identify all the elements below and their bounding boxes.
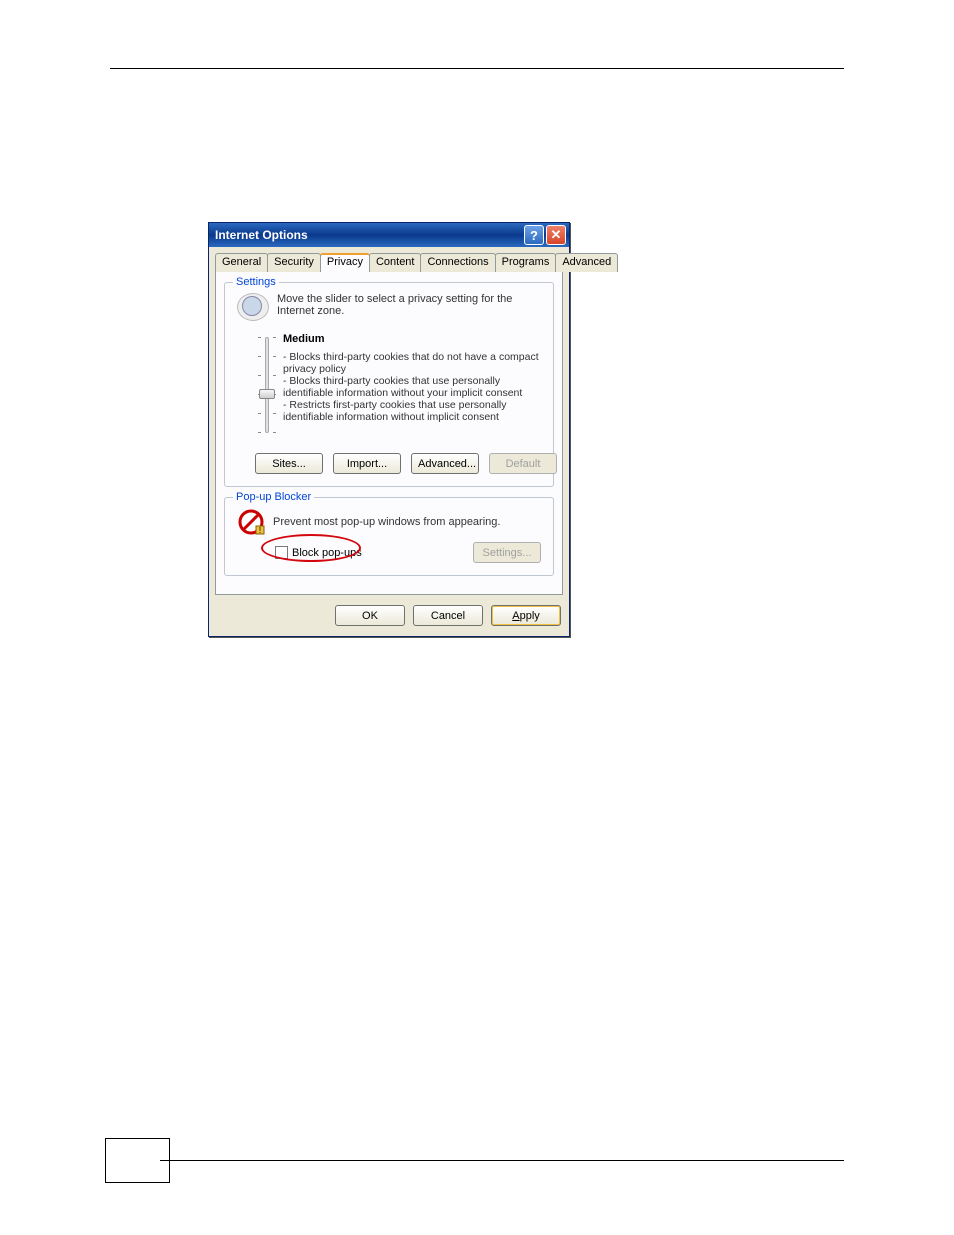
page-number-box: [105, 1138, 170, 1183]
popup-group-title: Pop-up Blocker: [233, 491, 314, 503]
globe-icon: [237, 293, 269, 321]
privacy-panel: Settings Move the slider to select a pri…: [215, 272, 563, 595]
block-popups-label: Block pop-ups: [292, 547, 362, 559]
privacy-level-description: - Blocks third-party cookies that do not…: [283, 351, 545, 423]
settings-instruction: Move the slider to select a privacy sett…: [277, 293, 545, 317]
sites-button[interactable]: Sites...: [255, 453, 323, 474]
popup-instruction: Prevent most pop-up windows from appeari…: [273, 516, 500, 528]
svg-text:!: !: [259, 526, 261, 535]
close-button[interactable]: ✕: [546, 225, 566, 245]
tab-content[interactable]: Content: [369, 253, 422, 272]
stop-icon: !: [237, 508, 265, 536]
slider-thumb[interactable]: [259, 389, 275, 399]
tab-advanced[interactable]: Advanced: [555, 253, 618, 272]
advanced-button[interactable]: Advanced...: [411, 453, 479, 474]
tab-general[interactable]: General: [215, 253, 268, 272]
tab-strip: General Security Privacy Content Connect…: [209, 247, 569, 272]
tab-connections[interactable]: Connections: [420, 253, 495, 272]
privacy-slider[interactable]: [258, 337, 276, 433]
block-popups-checkbox[interactable]: [275, 546, 288, 559]
settings-groupbox: Settings Move the slider to select a pri…: [224, 282, 554, 487]
privacy-level-name: Medium: [283, 333, 545, 345]
settings-group-title: Settings: [233, 276, 279, 288]
ok-button[interactable]: OK: [335, 605, 405, 626]
apply-button[interactable]: Apply: [491, 605, 561, 626]
popup-blocker-groupbox: Pop-up Blocker ! Prevent most pop-up win…: [224, 497, 554, 576]
page-top-rule: [110, 68, 844, 69]
tab-programs[interactable]: Programs: [495, 253, 557, 272]
titlebar[interactable]: Internet Options ? ✕: [209, 223, 569, 247]
tab-privacy[interactable]: Privacy: [320, 253, 370, 272]
page-bottom-rule: [160, 1160, 844, 1161]
import-button[interactable]: Import...: [333, 453, 401, 474]
default-button[interactable]: Default: [489, 453, 557, 474]
tab-security[interactable]: Security: [267, 253, 321, 272]
internet-options-dialog: Internet Options ? ✕ General Security Pr…: [208, 222, 570, 637]
popup-settings-button[interactable]: Settings...: [473, 542, 541, 563]
dialog-title: Internet Options: [215, 228, 522, 242]
dialog-footer: OK Cancel Apply: [209, 601, 569, 636]
help-button[interactable]: ?: [524, 225, 544, 245]
cancel-button[interactable]: Cancel: [413, 605, 483, 626]
